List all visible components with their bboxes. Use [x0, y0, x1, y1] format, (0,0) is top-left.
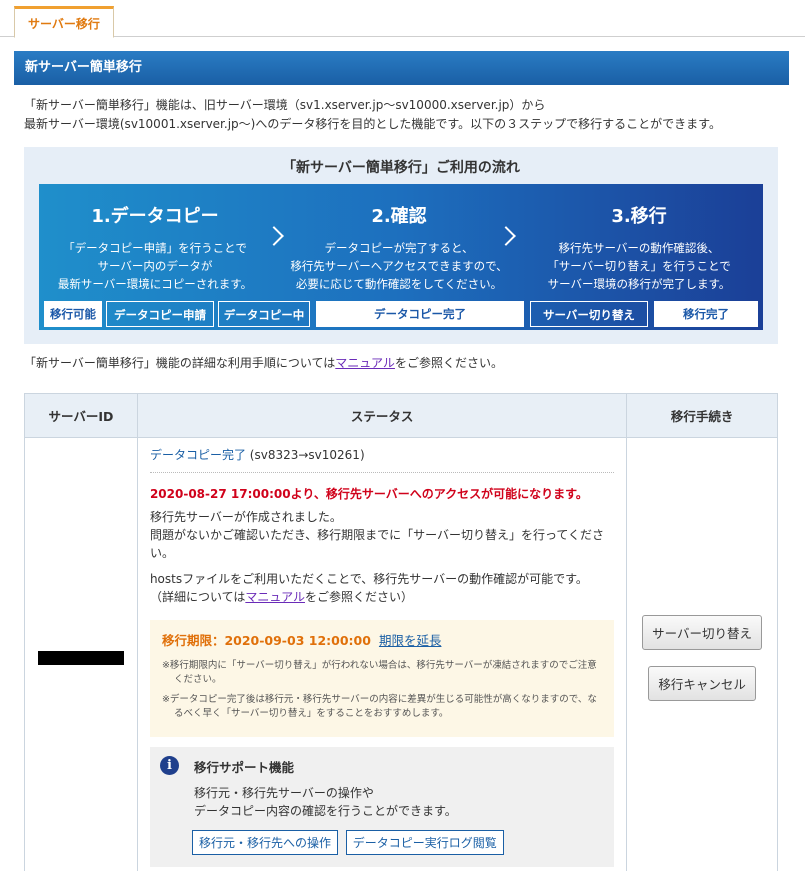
redacted-server-id	[37, 650, 124, 665]
access-alert: 2020-08-27 17:00:00より、移行先サーバーへのアクセスが可能にな…	[149, 487, 588, 501]
step-2-desc-line: 移行先サーバーへアクセスできますので、	[290, 259, 508, 273]
step-2-title: 2.確認	[371, 206, 427, 227]
intro-text: 「新サーバー簡単移行」機能は、旧サーバー環境（sv1.xserver.jp〜sv…	[24, 96, 784, 134]
status-msg-2: 問題がないかご確認いただき、移行期限までに「サーバー切り替え」を行ってください。	[149, 528, 605, 560]
status-state: データコピー完了	[149, 448, 246, 462]
manual-link-2[interactable]: マニュアル	[245, 590, 305, 604]
status-msg-3: hostsファイルをご利用いただくことで、移行先サーバーの動作確認が可能です。	[149, 572, 588, 586]
step-3-desc-line: サーバー環境の移行が完了します。	[547, 277, 731, 291]
support-buttons: 移行元・移行先への操作 データコピー実行ログ閲覧	[191, 830, 602, 855]
server-id-cell	[24, 437, 138, 871]
deadline-note-1: ※移行期限内に「サーバー切り替え」が行われない場合は、移行先サーバーが凍結されま…	[161, 660, 597, 685]
deadline-label: 移行期限：2020-09-03 12:00:00	[161, 633, 371, 648]
support-desc-line: 移行元・移行先サーバーの操作や	[193, 786, 374, 800]
server-table: サーバーID ステータス 移行手続き データコピー完了 (sv8323→sv10…	[24, 393, 778, 871]
manual-note-text: をご参照ください。	[394, 356, 503, 370]
manual-note: 「新サーバー簡単移行」機能の詳細な利用手順についてはマニュアルをご参照ください。	[24, 354, 503, 371]
migration-cancel-button[interactable]: 移行キャンセル	[648, 665, 756, 701]
flow-title: 「新サーバー簡単移行」ご利用の流れ	[282, 160, 520, 176]
step-1-desc: 「データコピー申請」を行うことで サーバー内のデータが 最新サーバー環境にコピー…	[39, 239, 271, 293]
action-cell: サーバー切り替え 移行キャンセル	[626, 437, 778, 871]
status-msg-1: 移行先サーバーが作成されました。	[149, 510, 342, 524]
track-step-migratable: 移行可能	[44, 301, 102, 327]
table-row: データコピー完了 (sv8323→sv10261) 2020-08-27 17:…	[24, 437, 778, 871]
step-2-desc-line: データコピーが完了すると、	[324, 241, 474, 255]
step-2-desc: データコピーが完了すると、 移行先サーバーへアクセスできますので、 必要に応じて…	[283, 239, 515, 293]
tab-server-migration[interactable]: サーバー移行	[14, 6, 114, 38]
step-3: 3.移行 移行先サーバーの動作確認後、 「サーバー切り替え」を行うことで サーバ…	[523, 202, 755, 293]
step-3-title: 3.移行	[611, 206, 667, 227]
step-1-desc-line: 最新サーバー環境にコピーされます。	[57, 277, 253, 291]
support-box: i 移行サポート機能 移行元・移行先サーバーの操作や データコピー内容の確認を行…	[149, 747, 615, 867]
support-desc: 移行元・移行先サーバーの操作や データコピー内容の確認を行うことができます。	[194, 784, 602, 820]
header-procedure: 移行手続き	[626, 393, 778, 438]
track-step-copy-complete: データコピー完了	[316, 301, 524, 327]
track-step-migration-complete: 移行完了	[654, 301, 758, 327]
status-detail: (sv8323→sv10261)	[249, 448, 365, 462]
flow-box: 「新サーバー簡単移行」ご利用の流れ 1.データコピー 「データコピー申請」を行う…	[24, 147, 778, 344]
status-msg-4-text: （詳細については	[149, 590, 246, 604]
flow-panel: 1.データコピー 「データコピー申請」を行うことで サーバー内のデータが 最新サ…	[39, 184, 763, 330]
manual-note-text: 「新サーバー簡単移行」機能の詳細な利用手順については	[24, 356, 336, 370]
intro-line-2: 最新サーバー環境(sv10001.xserver.jp〜)へのデータ移行を目的と…	[24, 117, 721, 131]
info-icon: i	[159, 756, 179, 775]
copy-log-button[interactable]: データコピー実行ログ閲覧	[345, 830, 504, 855]
step-1: 1.データコピー 「データコピー申請」を行うことで サーバー内のデータが 最新サ…	[39, 202, 271, 293]
step-2: 2.確認 データコピーが完了すると、 移行先サーバーへアクセスできますので、 必…	[283, 202, 515, 293]
header-server-id: サーバーID	[24, 393, 138, 438]
status-msg-4: （詳細についてはマニュアルをご参照ください）	[150, 588, 614, 606]
support-title: 移行サポート機能	[193, 760, 294, 775]
section-title: 新サーバー簡単移行	[14, 51, 789, 85]
status-cell: データコピー完了 (sv8323→sv10261) 2020-08-27 17:…	[136, 437, 628, 871]
track-step-copying: データコピー中	[218, 301, 310, 327]
step-3-desc-line: 「サーバー切り替え」を行うことで	[547, 259, 731, 273]
status-line: データコピー完了 (sv8323→sv10261)	[149, 446, 615, 473]
header-status: ステータス	[136, 393, 628, 438]
track-step-copy-request: データコピー申請	[106, 301, 214, 327]
progress-track: 移行可能 データコピー申請 データコピー中 データコピー完了 サーバー切り替え …	[44, 301, 758, 327]
step-1-desc-line: 「データコピー申請」を行うことで	[63, 241, 247, 255]
deadline-line: 移行期限：2020-09-03 12:00:00 期限を延長	[162, 630, 602, 649]
support-desc-line: データコピー内容の確認を行うことができます。	[193, 804, 457, 818]
server-switch-button[interactable]: サーバー切り替え	[642, 614, 763, 650]
intro-line-1: 「新サーバー簡単移行」機能は、旧サーバー環境（sv1.xserver.jp〜sv…	[24, 98, 546, 112]
deadline-box: 移行期限：2020-09-03 12:00:00 期限を延長 ※移行期限内に「サー…	[149, 620, 615, 737]
status-msg-4-text: をご参照ください）	[304, 590, 413, 604]
track-step-server-switch: サーバー切り替え	[530, 301, 648, 327]
step-2-desc-line: 必要に応じて動作確認をしてください。	[295, 277, 503, 291]
step-1-desc-line: サーバー内のデータが	[97, 259, 213, 273]
extend-deadline-link[interactable]: 期限を延長	[379, 633, 442, 648]
step-1-title: 1.データコピー	[91, 206, 219, 227]
tab-bar: サーバー移行	[0, 0, 805, 38]
source-dest-operation-button[interactable]: 移行元・移行先への操作	[191, 830, 338, 855]
manual-link[interactable]: マニュアル	[335, 356, 395, 370]
deadline-note-2: ※データコピー完了後は移行元・移行先サーバーの内容に差異が生じる可能性が高くなり…	[161, 694, 597, 719]
step-3-desc-line: 移行先サーバーの動作確認後、	[558, 241, 720, 255]
step-3-desc: 移行先サーバーの動作確認後、 「サーバー切り替え」を行うことで サーバー環境の移…	[523, 239, 755, 293]
